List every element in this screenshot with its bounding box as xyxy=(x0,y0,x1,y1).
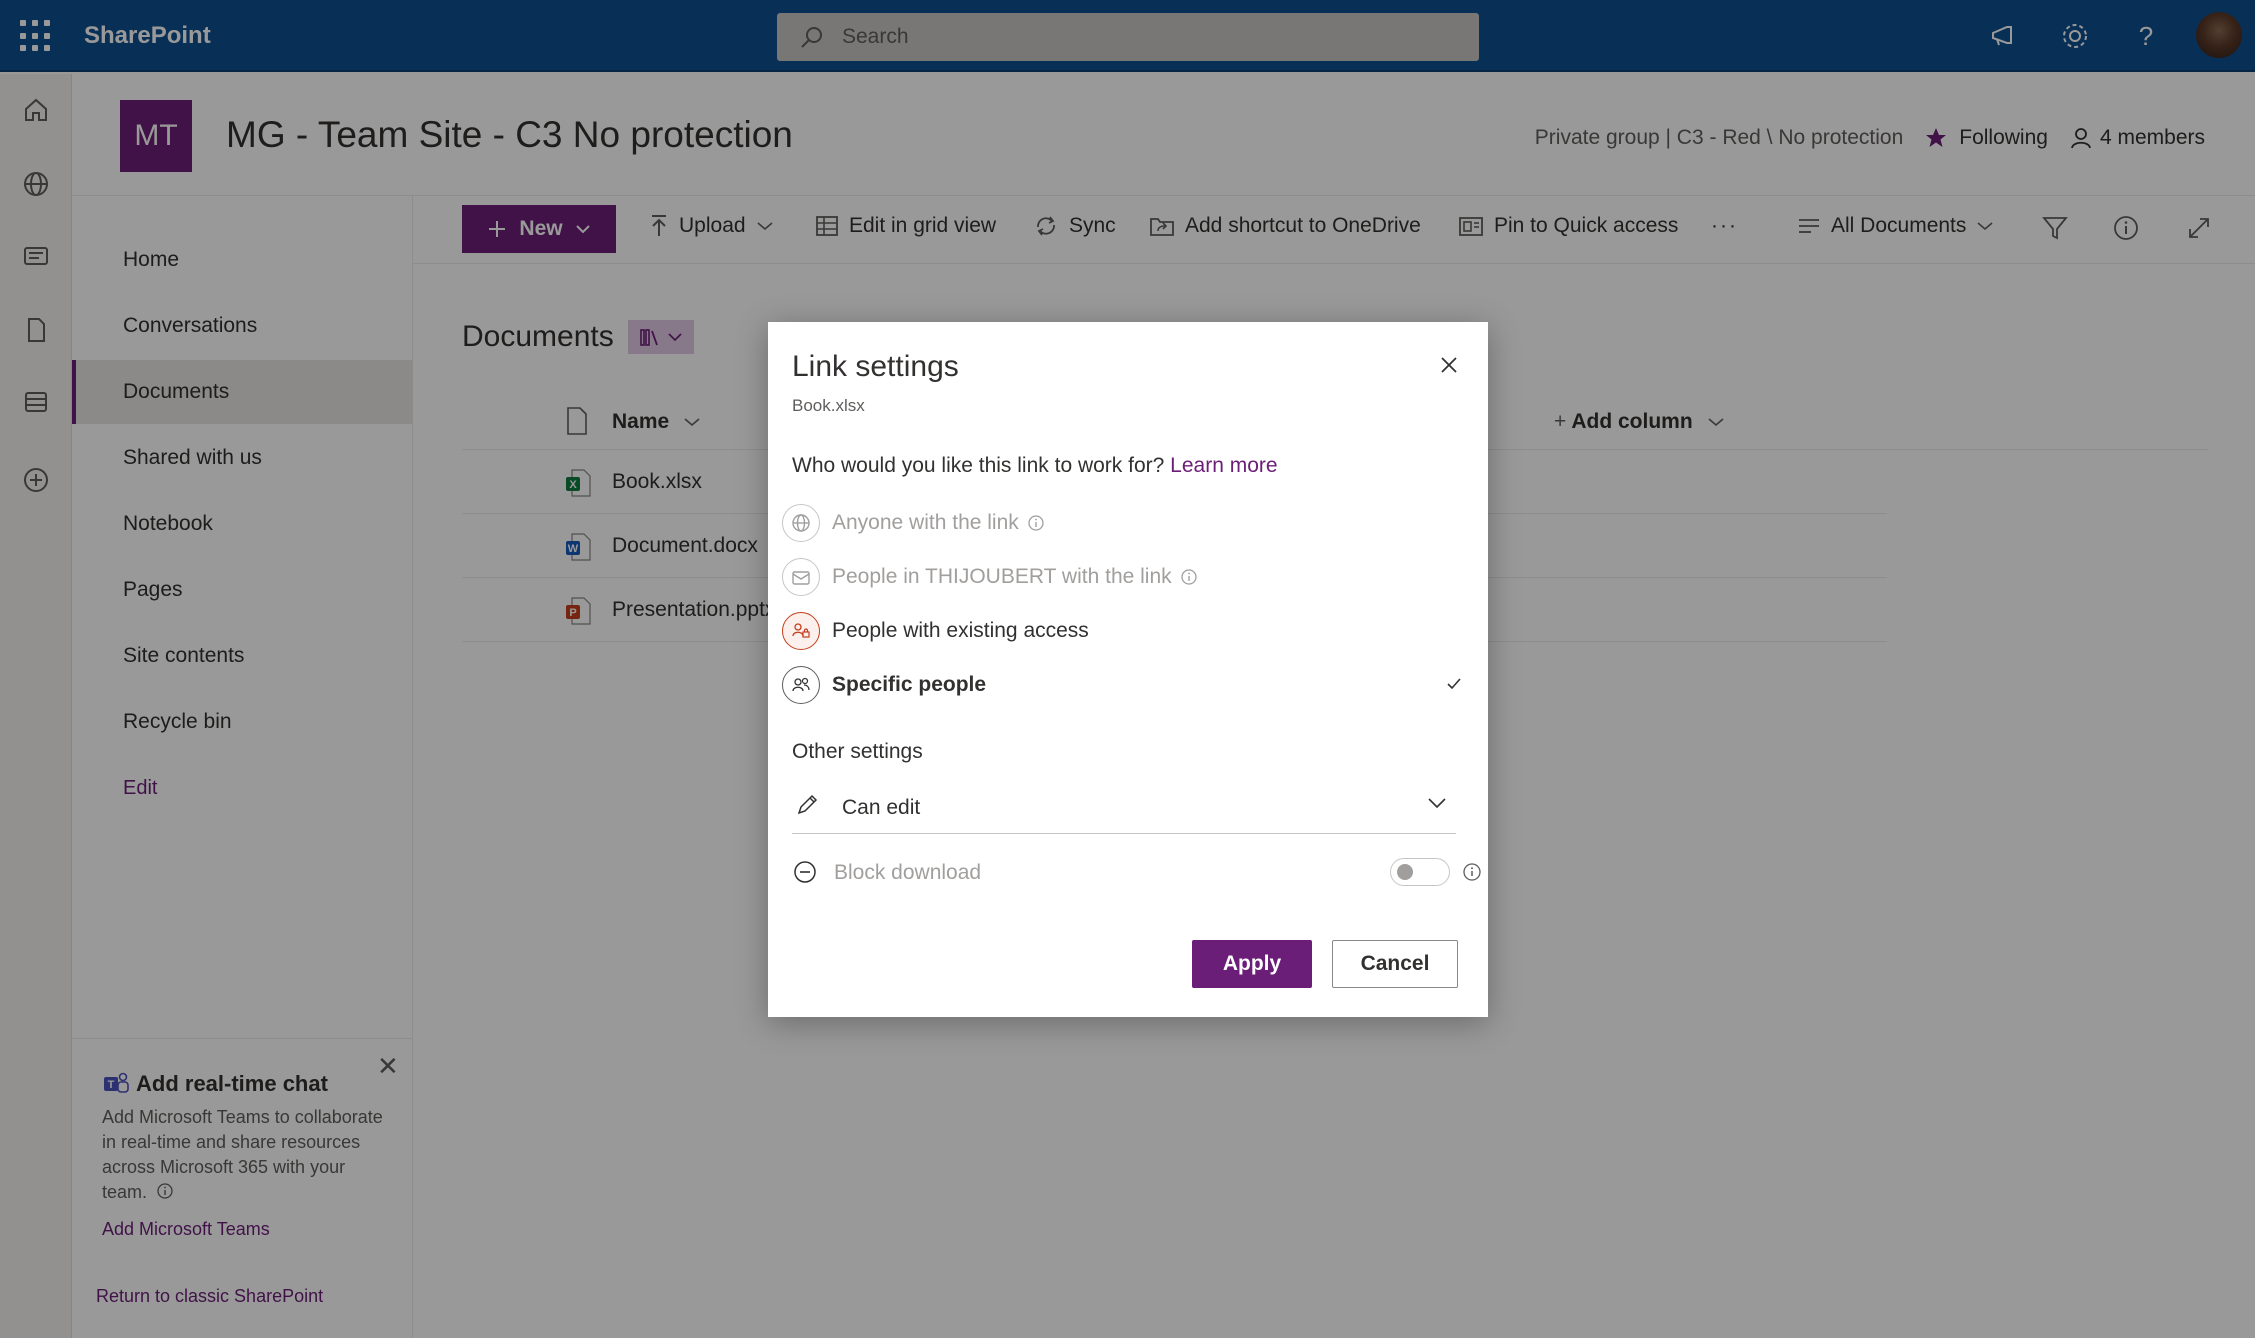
option-specific-people-label: Specific people xyxy=(832,673,987,696)
people-lock-icon xyxy=(782,612,820,650)
info-icon[interactable] xyxy=(1027,514,1045,532)
info-icon[interactable] xyxy=(1462,862,1482,882)
permission-value: Can edit xyxy=(842,796,921,819)
learn-more-link[interactable]: Learn more xyxy=(1170,454,1277,477)
block-icon xyxy=(794,861,816,883)
option-anyone-label: Anyone with the link xyxy=(832,511,1019,534)
option-anyone[interactable]: Anyone with the link xyxy=(782,498,1472,548)
link-settings-dialog: Link settings Book.xlsx Who would you li… xyxy=(768,322,1488,1017)
audience-question-text: Who would you like this link to work for… xyxy=(792,454,1165,477)
audience-question: Who would you like this link to work for… xyxy=(792,454,1278,478)
dialog-title: Link settings xyxy=(792,350,959,383)
other-settings-heading: Other settings xyxy=(792,740,923,763)
checkmark-icon xyxy=(1447,678,1461,690)
globe-icon xyxy=(782,504,820,542)
option-existing-access[interactable]: People with existing access xyxy=(782,606,1472,656)
pencil-icon xyxy=(797,794,818,815)
apply-button[interactable]: Apply xyxy=(1192,940,1312,988)
close-icon[interactable] xyxy=(1434,350,1464,380)
building-icon xyxy=(782,558,820,596)
cancel-button[interactable]: Cancel xyxy=(1332,940,1458,988)
permission-dropdown[interactable]: Can edit xyxy=(792,782,1456,834)
option-existing-access-label: People with existing access xyxy=(832,619,1089,642)
option-organization[interactable]: People in THIJOUBERT with the link xyxy=(782,552,1472,602)
block-download-label: Block download xyxy=(834,861,982,884)
dialog-file-name: Book.xlsx xyxy=(792,396,865,415)
option-organization-label: People in THIJOUBERT with the link xyxy=(832,565,1172,588)
option-specific-people[interactable]: Specific people xyxy=(782,660,1472,710)
chevron-down-icon xyxy=(1428,798,1446,809)
info-icon[interactable] xyxy=(1180,568,1198,586)
people-icon xyxy=(782,666,820,704)
block-download-toggle[interactable] xyxy=(1390,858,1450,886)
block-download-row: Block download xyxy=(792,846,1481,896)
